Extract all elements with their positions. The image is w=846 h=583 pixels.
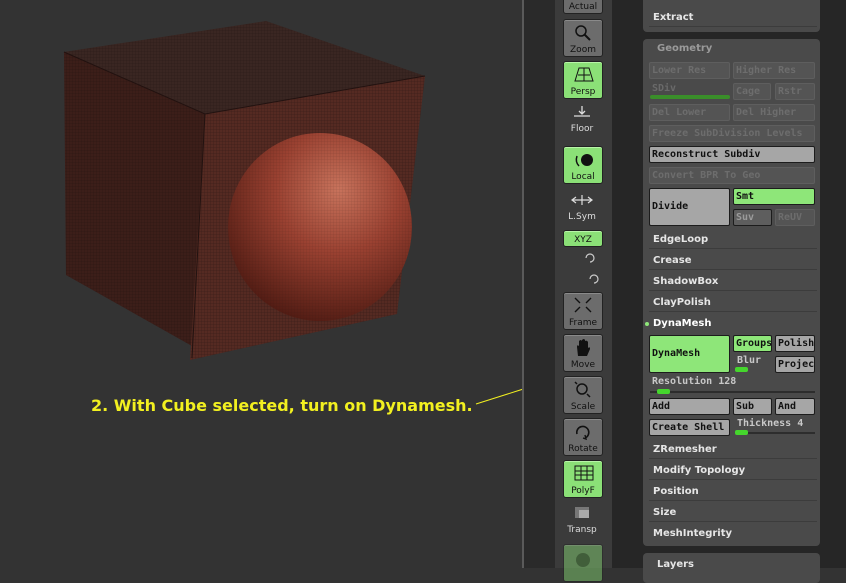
rotate-z-toggle[interactable] bbox=[563, 271, 601, 287]
modify-topology-subpanel[interactable]: Modify Topology bbox=[649, 461, 817, 480]
transp-label: Transp bbox=[567, 525, 597, 535]
floor-button[interactable]: Floor bbox=[563, 104, 601, 134]
perspective-grid-icon bbox=[574, 67, 594, 82]
and-button[interactable]: And bbox=[775, 398, 815, 415]
polish-toggle[interactable]: Polish bbox=[775, 335, 815, 352]
scale-button[interactable]: Scale bbox=[563, 376, 603, 414]
zremesher-subpanel[interactable]: ZRemesher bbox=[649, 440, 817, 459]
size-subpanel[interactable]: Size bbox=[649, 503, 817, 522]
xyz-label: XYZ bbox=[574, 235, 592, 245]
persp-button[interactable]: Persp bbox=[563, 61, 603, 99]
sphere-mesh[interactable] bbox=[228, 133, 412, 321]
edgeloop-subpanel[interactable]: EdgeLoop bbox=[649, 230, 817, 249]
add-button[interactable]: Add bbox=[649, 398, 730, 415]
smt-toggle[interactable]: Smt bbox=[733, 188, 815, 205]
resolution-label: Resolution 128 bbox=[652, 376, 737, 387]
polyframe-icon bbox=[574, 465, 594, 481]
groups-toggle[interactable]: Groups bbox=[733, 335, 772, 352]
ghost-icon bbox=[576, 553, 590, 567]
rotate-button[interactable]: Rotate bbox=[563, 418, 603, 456]
claypolish-subpanel[interactable]: ClayPolish bbox=[649, 293, 817, 312]
del-higher-button[interactable]: Del Higher bbox=[733, 104, 815, 121]
crease-subpanel[interactable]: Crease bbox=[649, 251, 817, 270]
rotate-y-icon bbox=[585, 253, 595, 263]
sub-button[interactable]: Sub bbox=[733, 398, 772, 415]
resolution-slider[interactable] bbox=[657, 389, 670, 394]
suv-toggle[interactable]: Suv bbox=[733, 209, 772, 226]
create-shell-button[interactable]: Create Shell bbox=[649, 419, 730, 436]
sdiv-label: SDiv bbox=[652, 83, 677, 94]
del-lower-button[interactable]: Del Lower bbox=[649, 104, 730, 121]
zoom-label: Zoom bbox=[570, 45, 596, 55]
polyf-button[interactable]: PolyF bbox=[563, 460, 603, 498]
meshintegrity-subpanel[interactable]: MeshIntegrity bbox=[649, 524, 817, 543]
reuv-button[interactable]: ReUV bbox=[775, 209, 815, 226]
hand-icon bbox=[577, 339, 590, 356]
sdiv-slider[interactable] bbox=[650, 95, 730, 99]
annotation-pointer-line bbox=[475, 388, 522, 405]
lsym-button[interactable]: L.Sym bbox=[563, 192, 601, 222]
viewport-canvas[interactable]: 2. With Cube selected, turn on Dynamesh. bbox=[0, 0, 522, 568]
thickness-slider[interactable] bbox=[735, 430, 748, 435]
rotate-z-icon bbox=[589, 274, 599, 284]
cage-button[interactable]: Cage bbox=[733, 83, 771, 100]
blur-slider[interactable] bbox=[735, 367, 748, 372]
move-button[interactable]: Move bbox=[563, 334, 603, 372]
lsym-label: L.Sym bbox=[568, 212, 596, 222]
freeze-subdivision-button[interactable]: Freeze SubDivision Levels bbox=[649, 125, 815, 142]
thickness-label: Thickness 4 bbox=[737, 418, 804, 429]
local-button[interactable]: Local bbox=[563, 146, 603, 184]
project-toggle[interactable]: Projec bbox=[775, 356, 815, 373]
local-label: Local bbox=[571, 172, 595, 182]
viewport-gutter bbox=[524, 0, 555, 568]
local-icon bbox=[575, 154, 593, 167]
xyz-button[interactable]: XYZ bbox=[563, 230, 603, 247]
polyf-label: PolyF bbox=[571, 486, 595, 496]
scale-icon bbox=[574, 381, 591, 398]
rotate-label: Rotate bbox=[568, 444, 598, 454]
layers-title[interactable]: Layers bbox=[657, 559, 694, 570]
actual-button[interactable]: Actual bbox=[563, 0, 603, 14]
ghost-button[interactable] bbox=[563, 544, 603, 582]
rotate-icon bbox=[576, 425, 590, 441]
zoom-button[interactable]: Zoom bbox=[563, 19, 603, 57]
scale-label: Scale bbox=[570, 402, 596, 412]
divide-button[interactable]: Divide bbox=[649, 188, 730, 226]
frame-label: Frame bbox=[568, 318, 598, 328]
frame-button[interactable]: Frame bbox=[563, 292, 603, 330]
floor-icon bbox=[574, 106, 590, 117]
scene-render bbox=[63, 21, 522, 405]
dynamesh-active-dot bbox=[645, 322, 649, 326]
transparency-icon bbox=[575, 507, 589, 518]
extract-button[interactable]: Extract bbox=[649, 8, 817, 27]
geometry-title[interactable]: Geometry bbox=[657, 43, 712, 54]
floor-label: Floor bbox=[570, 124, 594, 134]
zoom-icon bbox=[575, 25, 591, 41]
frame-icon bbox=[574, 297, 592, 313]
rstr-button[interactable]: Rstr bbox=[775, 83, 815, 100]
position-subpanel[interactable]: Position bbox=[649, 482, 817, 501]
lower-res-button[interactable]: Lower Res bbox=[649, 62, 730, 79]
actual-label: Actual bbox=[568, 2, 598, 12]
shadowbox-subpanel[interactable]: ShadowBox bbox=[649, 272, 817, 291]
annotation-text: 2. With Cube selected, turn on Dynamesh. bbox=[91, 396, 473, 415]
persp-label: Persp bbox=[570, 87, 596, 97]
move-label: Move bbox=[570, 360, 596, 370]
reconstruct-subdiv-button[interactable]: Reconstruct Subdiv bbox=[649, 146, 815, 163]
blur-label: Blur bbox=[737, 355, 762, 366]
resolution-track bbox=[650, 391, 815, 393]
dynamesh-subpanel[interactable]: DynaMesh bbox=[649, 314, 817, 333]
dynamesh-button[interactable]: DynaMesh bbox=[649, 335, 730, 373]
right-shelf-toolbar: Actual Zoom Persp Floor Local L.Sym XYZ … bbox=[555, 0, 612, 582]
convert-bpr-button[interactable]: Convert BPR To Geo bbox=[649, 167, 815, 184]
transp-button[interactable]: Transp bbox=[563, 505, 601, 535]
rotate-y-toggle[interactable] bbox=[563, 250, 601, 266]
higher-res-button[interactable]: Higher Res bbox=[733, 62, 815, 79]
symmetry-icon bbox=[571, 195, 593, 205]
